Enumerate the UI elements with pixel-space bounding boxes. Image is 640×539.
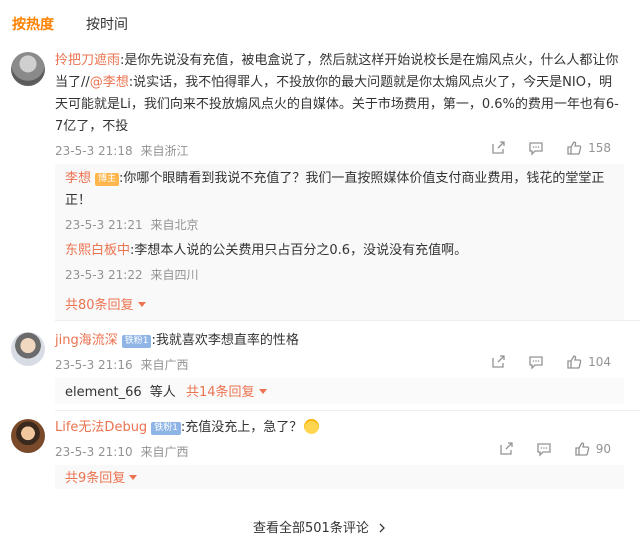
like-count: 158 bbox=[588, 141, 611, 155]
share-icon bbox=[492, 141, 505, 154]
reply-location: 来自北京 bbox=[150, 218, 199, 232]
reply-summary-text: 等人 bbox=[149, 385, 176, 400]
comment-location: 来自广西 bbox=[140, 358, 189, 372]
avatar[interactable] bbox=[11, 419, 45, 453]
comment-text: jing海流深 铁粉1:我就喜欢李想直率的性格 bbox=[55, 330, 624, 352]
sort-tabs: 按热度 按时间 bbox=[12, 14, 128, 34]
reply-content: :你哪个眼睛看到我说不充值了？我们一直按照媒体价值支付商业费用，钱花的堂堂正正！ bbox=[65, 171, 605, 208]
comment-content: :我就喜欢李想直率的性格 bbox=[151, 333, 299, 348]
fan-badge: 铁粉1 bbox=[151, 422, 181, 435]
comment-username[interactable]: 拎把刀遮雨 bbox=[55, 53, 120, 68]
comment-content: :充值没充上，急了？ bbox=[180, 420, 303, 435]
avatar[interactable] bbox=[11, 332, 45, 366]
comment-meta: 23-5-3 21:16 来自广西 bbox=[55, 356, 188, 373]
comment-time: 23-5-3 21:10 bbox=[55, 445, 133, 459]
chevron-down-icon bbox=[137, 302, 146, 307]
like-button[interactable]: 90 bbox=[574, 441, 611, 457]
chevron-down-icon bbox=[129, 475, 138, 480]
comment-time: 23-5-3 21:16 bbox=[55, 358, 133, 372]
comment-item: Life无法Debug 铁粉1:充值没充上，急了？ 23-5-3 21:10 来自… bbox=[0, 417, 640, 491]
like-button[interactable]: 158 bbox=[566, 140, 611, 156]
comment-button[interactable] bbox=[528, 354, 544, 370]
comment-icon bbox=[529, 356, 543, 370]
reply-username[interactable]: 李想 bbox=[65, 171, 91, 186]
comment-item: jing海流深 铁粉1:我就喜欢李想直率的性格 23-5-3 21:16 来自广西… bbox=[0, 330, 640, 404]
comment-location: 来自广西 bbox=[140, 445, 189, 459]
comment-time: 23-5-3 21:18 bbox=[55, 144, 133, 158]
reply-list: 李想 博主:你哪个眼睛看到我说不充值了？我们一直按照媒体价值支付商业费用，钱花的堂… bbox=[55, 164, 624, 320]
share-button[interactable] bbox=[490, 354, 506, 370]
reply-meta: 23-5-3 21:21 来自北京 bbox=[65, 216, 198, 233]
blogger-badge: 博主 bbox=[95, 173, 120, 186]
comment-button[interactable] bbox=[528, 140, 544, 156]
like-count: 90 bbox=[595, 442, 611, 456]
share-button[interactable] bbox=[490, 140, 506, 156]
comment-item: 拎把刀遮雨:是你先说没有充值，被电盒说了，然后就这样开始说校长是在煽风点火，什么… bbox=[0, 50, 640, 320]
share-button[interactable] bbox=[498, 441, 514, 457]
more-replies-link[interactable]: 共14条回复 bbox=[186, 385, 255, 400]
comment-button[interactable] bbox=[536, 441, 552, 457]
reply-text: 李想 博主:你哪个眼睛看到我说不充值了？我们一直按照媒体价值支付商业费用，钱花的堂… bbox=[65, 168, 616, 212]
comment-actions: 158 bbox=[490, 140, 611, 156]
reply-location: 来自四川 bbox=[150, 268, 199, 282]
comment-icon bbox=[529, 142, 543, 156]
laughing-emoji-icon bbox=[304, 419, 320, 434]
comment-meta: 23-5-3 21:18 来自浙江 bbox=[55, 142, 188, 159]
reply-content: :李想本人说的公关费用只占百分之0.6，没说没有充值啊。 bbox=[130, 243, 468, 258]
chevron-right-icon bbox=[379, 523, 385, 533]
chevron-down-icon bbox=[258, 389, 267, 394]
comment-actions: 90 bbox=[498, 441, 611, 457]
comment-text: Life无法Debug 铁粉1:充值没充上，急了？ bbox=[55, 417, 624, 439]
avatar[interactable] bbox=[11, 52, 45, 86]
more-replies-link[interactable]: 共9条回复 bbox=[65, 471, 125, 486]
mention-link[interactable]: @李想 bbox=[90, 75, 129, 90]
more-replies-link[interactable]: 共80条回复 bbox=[65, 298, 134, 313]
comment-actions: 104 bbox=[490, 354, 611, 370]
comment-icon bbox=[537, 443, 551, 457]
like-count: 104 bbox=[588, 355, 611, 369]
fan-badge: 铁粉1 bbox=[121, 335, 152, 348]
reply-time: 23-5-3 21:21 bbox=[65, 218, 143, 232]
view-all-comments-button[interactable]: 查看全部501条评论 bbox=[0, 517, 640, 536]
reply-meta: 23-5-3 21:22 来自四川 bbox=[65, 266, 198, 283]
divider bbox=[55, 320, 640, 321]
comment-text: 拎把刀遮雨:是你先说没有充值，被电盒说了，然后就这样开始说校长是在煽风点火，什么… bbox=[55, 50, 624, 138]
share-icon bbox=[500, 442, 513, 455]
like-button[interactable]: 104 bbox=[566, 354, 611, 370]
reply-summary: element_66 等人 共14条回复 bbox=[55, 378, 624, 404]
like-icon bbox=[575, 442, 590, 456]
comment-username[interactable]: Life无法Debug bbox=[55, 420, 147, 435]
more-replies[interactable]: 共80条回复 bbox=[65, 294, 146, 313]
reply-username[interactable]: 东熙白板中 bbox=[65, 243, 130, 258]
comment-meta: 23-5-3 21:10 来自广西 bbox=[55, 443, 188, 460]
tab-hot[interactable]: 按热度 bbox=[12, 14, 54, 34]
tab-time[interactable]: 按时间 bbox=[86, 14, 128, 34]
divider bbox=[55, 410, 640, 411]
view-all-label: 查看全部501条评论 bbox=[253, 521, 369, 536]
like-icon bbox=[567, 141, 582, 155]
comment-text-part: :说实话，我不怕得罪人，不投放你的最大问题就是你太煽风点火了，今天是NIO，明天… bbox=[55, 75, 619, 134]
share-icon bbox=[492, 355, 505, 368]
comment-location: 来自浙江 bbox=[140, 144, 189, 158]
comment-username[interactable]: jing海流深 bbox=[55, 333, 118, 348]
reply-username[interactable]: element_66 bbox=[65, 385, 142, 400]
like-icon bbox=[567, 355, 582, 369]
reply-summary: 共9条回复 bbox=[55, 465, 624, 489]
reply-time: 23-5-3 21:22 bbox=[65, 268, 143, 282]
reply-text: 东熙白板中:李想本人说的公关费用只占百分之0.6，没说没有充值啊。 bbox=[65, 240, 616, 262]
